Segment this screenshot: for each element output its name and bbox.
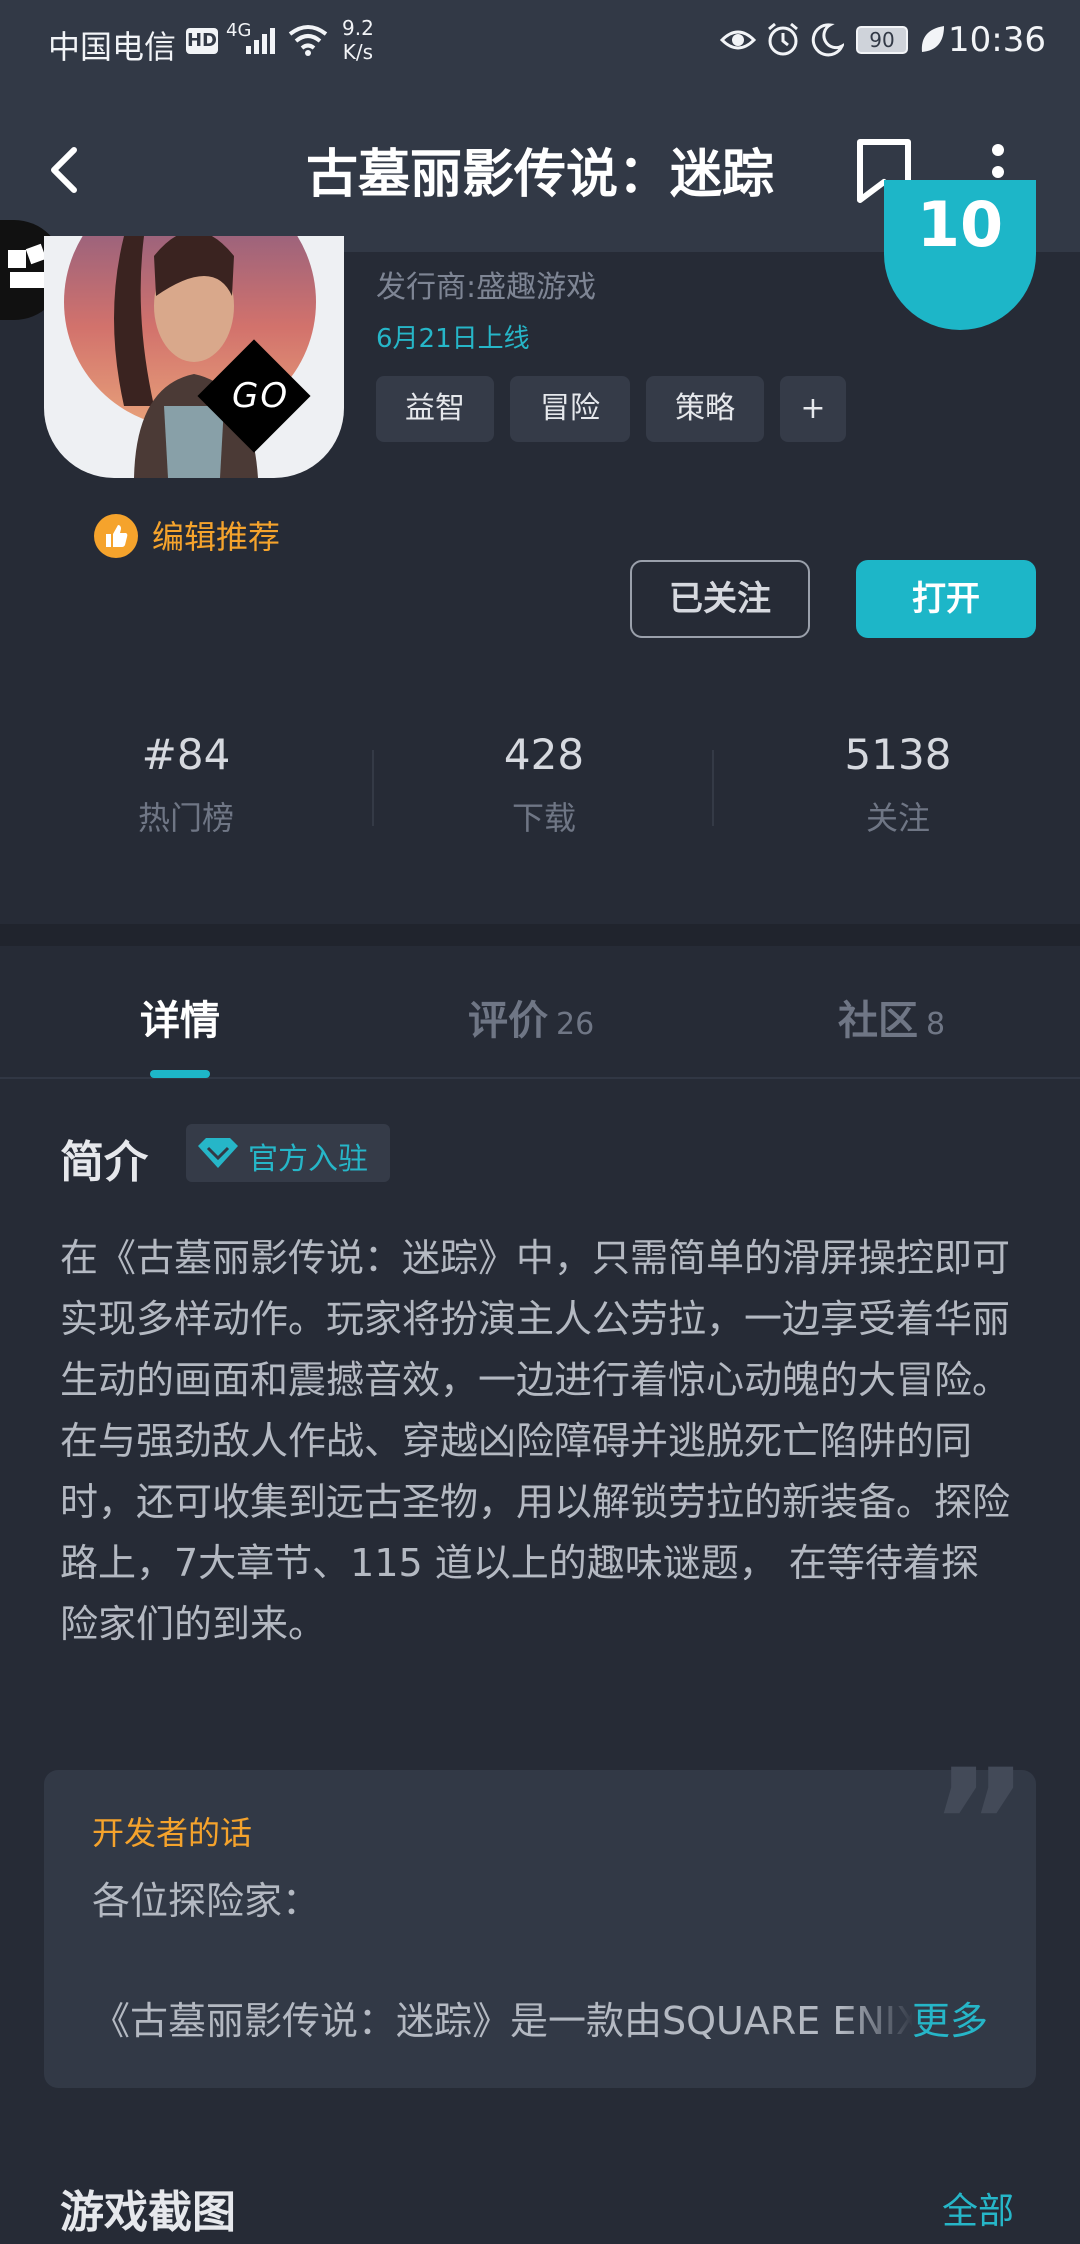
tab-reviews-count: 26	[556, 1007, 595, 1042]
score-badge: 10	[884, 180, 1036, 330]
moon-icon	[810, 22, 846, 62]
game-icon: GO	[44, 236, 344, 478]
alarm-icon	[766, 22, 800, 62]
tab-details-label: 详情	[140, 998, 220, 1044]
screenshots-heading: 游戏截图	[60, 2187, 236, 2238]
text-fade	[840, 1990, 914, 2046]
score-value: 10	[916, 188, 1004, 261]
diamond-icon	[196, 1136, 240, 1174]
tag-strategy[interactable]: 策略	[646, 376, 764, 442]
stat-followers: 5138 关注	[748, 730, 1048, 839]
stat-rank[interactable]: #84 热门榜	[36, 730, 336, 839]
intro-description: 在《古墓丽影传说：迷踪》中，只需简单的滑屏操控即可实现多样动作。玩家将扮演主人公…	[60, 1228, 1010, 1655]
tab-community-count: 8	[926, 1007, 946, 1042]
icon-badge-text: GO	[232, 376, 290, 416]
followed-button[interactable]: 已关注	[630, 560, 810, 638]
tag-adventure[interactable]: 冒险	[510, 376, 630, 442]
clock: 10:36	[948, 20, 1046, 60]
stat-downloads: 428 下载	[394, 730, 694, 839]
add-tag-button[interactable]: +	[780, 376, 846, 442]
stat-rank-label: 热门榜	[137, 799, 234, 837]
quote-icon: ”	[930, 1738, 1029, 1912]
stat-followers-value: 5138	[844, 730, 952, 779]
leaf-icon	[918, 24, 946, 60]
stat-divider	[372, 750, 374, 826]
tab-active-indicator	[150, 1070, 210, 1078]
tab-reviews[interactable]: 评价 26	[468, 988, 594, 1046]
network-speed: 9.2 K/s	[342, 16, 374, 64]
tab-reviews-label: 评价	[468, 998, 548, 1044]
official-badge: 官方入驻	[186, 1124, 390, 1182]
open-button[interactable]: 打开	[856, 560, 1036, 638]
stat-rank-value: #84	[141, 730, 231, 779]
tab-details[interactable]: 详情	[140, 988, 220, 1046]
intro-heading: 简介	[60, 1137, 148, 1188]
stat-downloads-label: 下载	[511, 799, 576, 837]
screenshots-all-link[interactable]: 全部	[942, 2182, 1014, 2234]
developer-note-more-link[interactable]: 更多	[912, 1990, 988, 2045]
section-divider	[0, 924, 1080, 946]
launch-date: 6月21日上线	[376, 324, 530, 354]
carrier-label: 中国电信	[48, 28, 177, 66]
status-bar: 中国电信 HD 4G 9.2 K/s 90 10:36	[0, 0, 1080, 92]
tag-puzzle[interactable]: 益智	[376, 376, 494, 442]
intro-paragraph: 在与强劲敌人作战、穿越凶险障碍并逃脱死亡陷阱的同时，还可收集到远古圣物，用以解锁…	[60, 1419, 1011, 1646]
stat-downloads-value: 428	[503, 730, 585, 779]
developer-note-title: 开发者的话	[92, 1814, 253, 1852]
hd-icon: HD	[186, 28, 218, 54]
editor-pick-label: 编辑推荐	[152, 518, 281, 556]
developer-note-text: 《古墓丽影传说：迷踪》是一款由SQUARE ENIX	[92, 1999, 912, 2043]
tab-community-label: 社区	[838, 998, 918, 1044]
stat-divider	[712, 750, 714, 826]
intro-paragraph: 在《古墓丽影传说：迷踪》中，只需简单的滑屏操控即可实现多样动作。玩家将扮演主人公…	[60, 1236, 1011, 1402]
tab-community[interactable]: 社区 8	[838, 988, 945, 1046]
stat-followers-label: 关注	[865, 799, 930, 837]
signal-icon	[246, 24, 282, 60]
developer-note-greeting: 各位探险家：	[92, 1879, 321, 1923]
wifi-icon	[288, 24, 328, 60]
publisher-label: 发行商:盛趣游戏	[376, 270, 597, 305]
thumbs-up-icon	[94, 514, 138, 558]
official-badge-label: 官方入驻	[248, 1142, 368, 1177]
eye-comfort-icon	[719, 24, 757, 60]
battery-icon: 90	[856, 26, 908, 54]
